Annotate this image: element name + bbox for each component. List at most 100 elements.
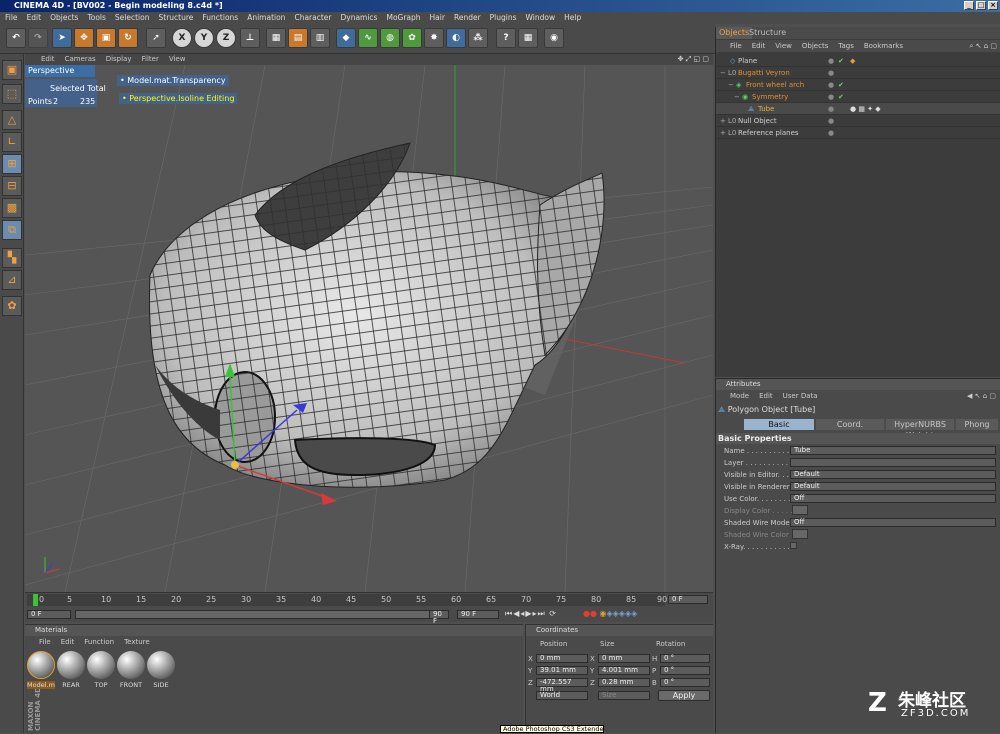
redo-icon[interactable]: ↷ bbox=[28, 28, 48, 48]
particles-icon[interactable]: ⁂ bbox=[468, 28, 488, 48]
close-button[interactable]: × bbox=[988, 1, 998, 10]
texture-mode-icon[interactable]: ⬚ bbox=[2, 84, 22, 104]
objects-menu-objects[interactable]: Objects bbox=[802, 40, 828, 52]
tweak-mode-icon[interactable]: ⧉ bbox=[2, 220, 22, 240]
maximize-button[interactable]: □ bbox=[976, 1, 986, 10]
rot-p-field[interactable]: 0 ° bbox=[660, 666, 710, 675]
objects-menu-view[interactable]: View bbox=[775, 40, 792, 52]
enabled-check-icon[interactable]: ✔ bbox=[838, 55, 844, 67]
tree-row-reference-planes[interactable]: + L0 Reference planes ● bbox=[716, 127, 1000, 139]
prop-visible-editor-dropdown[interactable]: Default bbox=[790, 470, 996, 479]
enabled-check-icon[interactable]: ✔ bbox=[838, 91, 844, 103]
tab-structure[interactable]: Structure bbox=[746, 27, 789, 39]
expand-icon[interactable]: − bbox=[734, 91, 740, 103]
material-swatch-top[interactable] bbox=[87, 651, 115, 679]
axis-mode-icon[interactable]: ∟ bbox=[2, 132, 22, 152]
prop-shaded-wire-color-swatch[interactable] bbox=[792, 529, 808, 539]
menu-hair[interactable]: Hair bbox=[430, 12, 445, 24]
material-swatch-side[interactable] bbox=[147, 651, 175, 679]
polygons-mode-icon[interactable]: ▩ bbox=[2, 198, 22, 218]
timeline-playhead[interactable] bbox=[33, 594, 38, 606]
materials-menu-texture[interactable]: Texture bbox=[124, 636, 150, 648]
prop-display-color-swatch[interactable] bbox=[792, 505, 808, 515]
render-view-icon[interactable]: ▤ bbox=[288, 28, 308, 48]
web-icon[interactable]: ◉ bbox=[544, 28, 564, 48]
cube-primitive-icon[interactable]: ◆ bbox=[336, 28, 356, 48]
prop-shaded-wire-mode-dropdown[interactable]: Off bbox=[790, 518, 996, 527]
menu-help[interactable]: Help bbox=[564, 12, 581, 24]
viewport-menu-cameras[interactable]: Cameras bbox=[65, 54, 96, 65]
visibility-dots-icon[interactable]: ● bbox=[828, 79, 834, 91]
prop-name-field[interactable]: Tube bbox=[790, 446, 996, 455]
visibility-dots-icon[interactable]: ● bbox=[828, 55, 834, 67]
menu-window[interactable]: Window bbox=[526, 12, 556, 24]
tree-row-tube[interactable]: ⟁ Tube ● ● ▦ ✦ ◆ bbox=[716, 103, 1000, 115]
deformer-icon[interactable]: ✸ bbox=[424, 28, 444, 48]
perspective-viewport[interactable]: Perspective Selected Total Points 2 235 … bbox=[25, 65, 713, 592]
points-mode-icon[interactable]: ⊞ bbox=[2, 154, 22, 174]
render-settings-icon[interactable]: ▥ bbox=[310, 28, 330, 48]
materials-menu-file[interactable]: File bbox=[39, 636, 51, 648]
sculpt-icon[interactable]: ✿ bbox=[2, 296, 22, 316]
render-region-icon[interactable]: ▦ bbox=[266, 28, 286, 48]
timeline[interactable]: 0 5 10 15 20 25 30 35 40 45 50 55 60 65 … bbox=[25, 592, 713, 625]
live-select-icon[interactable]: ➚ bbox=[146, 28, 166, 48]
menu-plugins[interactable]: Plugins bbox=[490, 12, 517, 24]
objects-search-icon[interactable]: ⌕ ↖ ⌂ ▢ bbox=[969, 40, 997, 52]
size-y-field[interactable]: 4.001 mm bbox=[598, 666, 650, 675]
model-mode-icon[interactable]: ▣ bbox=[2, 60, 22, 80]
menu-structure[interactable]: Structure bbox=[159, 12, 194, 24]
size-z-field[interactable]: 0.28 mm bbox=[598, 678, 650, 687]
objects-menu-file[interactable]: File bbox=[730, 40, 742, 52]
menu-file[interactable]: File bbox=[5, 12, 18, 24]
visibility-dots-icon[interactable]: ● bbox=[828, 91, 834, 103]
materials-menu-function[interactable]: Function bbox=[84, 636, 114, 648]
menu-tools[interactable]: Tools bbox=[87, 12, 105, 24]
frame-range-slider[interactable] bbox=[75, 610, 449, 619]
rot-b-field[interactable]: 0 ° bbox=[660, 678, 710, 687]
texture-tag-icon[interactable]: ◆ bbox=[850, 55, 855, 67]
material-swatch-front[interactable] bbox=[117, 651, 145, 679]
visibility-dots-icon[interactable]: ● bbox=[828, 115, 834, 127]
prop-layer-field[interactable] bbox=[790, 458, 996, 467]
menu-objects[interactable]: Objects bbox=[50, 12, 78, 24]
size-x-field[interactable]: 0 mm bbox=[598, 654, 650, 663]
y-axis-lock-button[interactable]: Y bbox=[194, 28, 214, 48]
objects-menu-tags[interactable]: Tags bbox=[838, 40, 854, 52]
x-axis-lock-button[interactable]: X bbox=[172, 28, 192, 48]
coordinate-system-icon[interactable]: ⊥ bbox=[240, 28, 260, 48]
attr-tab-coord[interactable]: Coord. bbox=[816, 419, 884, 430]
visibility-dots-icon[interactable]: ● bbox=[828, 67, 834, 79]
pos-x-field[interactable]: 0 mm bbox=[536, 654, 588, 663]
tree-row-bugatti[interactable]: − L0 Bugatti Veyron ● bbox=[716, 67, 1000, 79]
menu-render[interactable]: Render bbox=[454, 12, 481, 24]
menu-functions[interactable]: Functions bbox=[202, 12, 238, 24]
expand-icon[interactable]: − bbox=[720, 67, 726, 79]
tree-row-symmetry[interactable]: − ◉ Symmetry ● ✔ bbox=[716, 91, 1000, 103]
rotate-tool-icon[interactable]: ↻ bbox=[118, 28, 138, 48]
viewport-scene[interactable] bbox=[25, 65, 713, 592]
enabled-check-icon[interactable]: ✔ bbox=[838, 79, 844, 91]
max-frame-field[interactable]: 90 F bbox=[457, 610, 499, 619]
visibility-dots-icon[interactable]: ● bbox=[828, 103, 834, 115]
attributes-menu-user-data[interactable]: User Data bbox=[783, 390, 818, 402]
undo-icon[interactable]: ↶ bbox=[6, 28, 26, 48]
pos-y-field[interactable]: 39.01 mm bbox=[536, 666, 588, 675]
material-tag-icon[interactable]: ● ▦ ✦ ◆ bbox=[850, 103, 881, 115]
viewport-menu-display[interactable]: Display bbox=[106, 54, 132, 65]
current-frame-field[interactable]: 0 F bbox=[668, 595, 708, 604]
keyframe-record-icons[interactable]: ●● ◉◈◈◈◈◈ bbox=[583, 609, 637, 618]
material-swatch-model[interactable] bbox=[27, 651, 55, 679]
attr-tab-phong[interactable]: Phong bbox=[956, 419, 998, 430]
menu-character[interactable]: Character bbox=[294, 12, 331, 24]
menu-mograph[interactable]: MoGraph bbox=[386, 12, 420, 24]
end-frame-field[interactable]: 90 F bbox=[429, 610, 449, 625]
snap-icon[interactable]: ▚ bbox=[2, 248, 22, 268]
expand-icon[interactable]: + bbox=[720, 115, 726, 127]
expand-icon[interactable]: − bbox=[728, 79, 734, 91]
car-front-mesh[interactable] bbox=[148, 142, 605, 488]
visibility-dots-icon[interactable]: ● bbox=[828, 127, 834, 139]
menu-selection[interactable]: Selection bbox=[115, 12, 150, 24]
coord-size-mode-dropdown[interactable]: Size bbox=[598, 691, 650, 700]
viewport-menu-edit[interactable]: Edit bbox=[41, 54, 55, 65]
